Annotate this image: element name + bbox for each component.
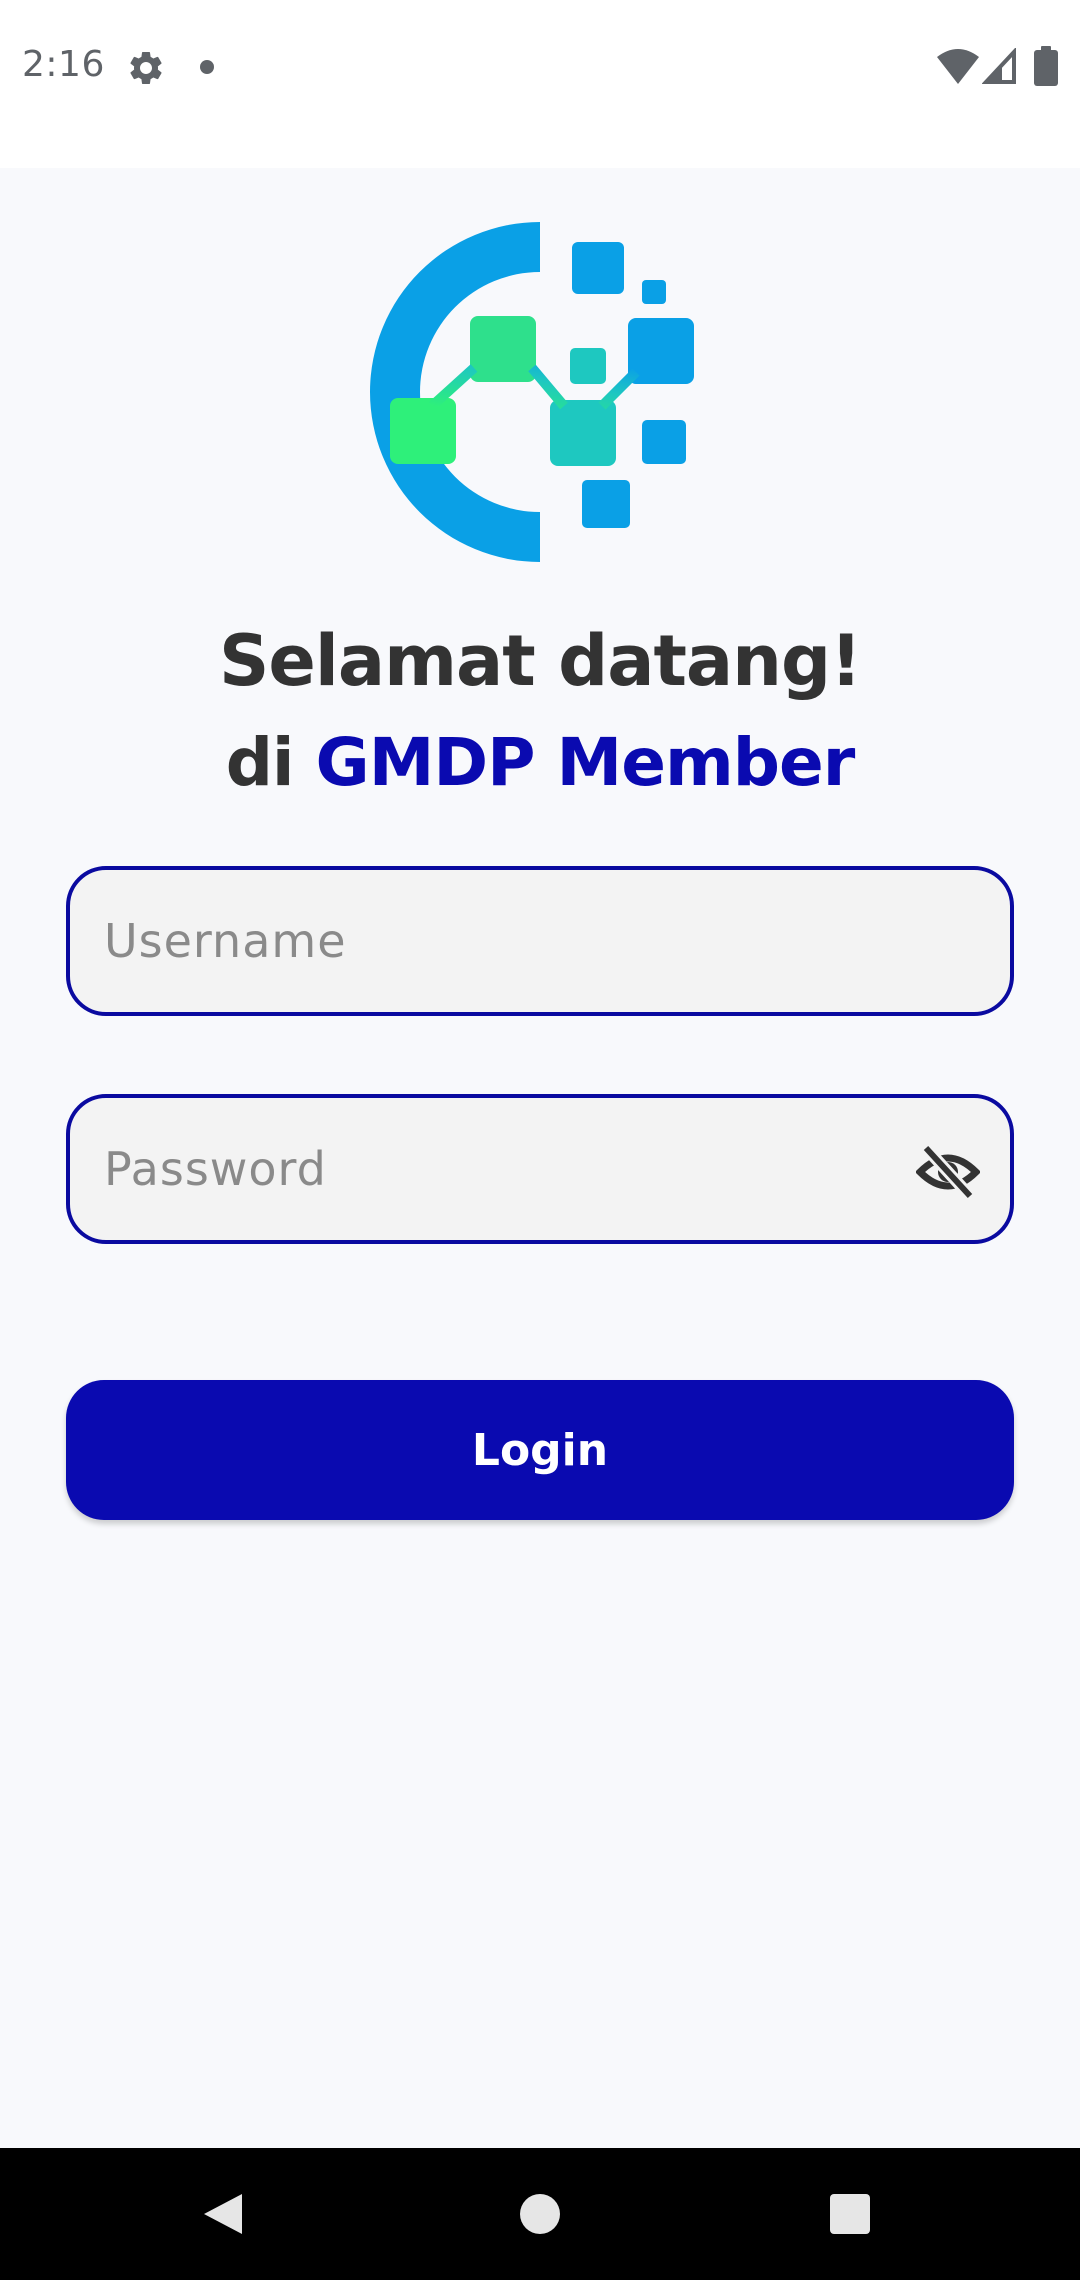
navigation-bar <box>0 2148 1080 2280</box>
username-field[interactable] <box>66 866 1014 1016</box>
recents-icon[interactable] <box>830 2194 870 2234</box>
password-field[interactable] <box>66 1094 1014 1244</box>
password-input[interactable] <box>96 1098 944 1240</box>
eye-off-icon[interactable] <box>916 1144 980 1200</box>
gmdp-logo-icon <box>370 222 694 562</box>
username-input[interactable] <box>96 870 944 1012</box>
login-button[interactable]: Login <box>66 1380 1014 1520</box>
wifi-icon <box>937 49 979 84</box>
brand-prefix: di <box>225 724 316 801</box>
status-time: 2:16 <box>22 44 105 85</box>
welcome-heading: Selamat datang! <box>218 620 862 702</box>
cell-signal-icon <box>982 48 1016 84</box>
brand-subheading: di GMDP Member <box>0 724 1080 801</box>
battery-icon <box>1034 46 1058 86</box>
home-icon[interactable] <box>520 2194 560 2234</box>
back-icon[interactable] <box>202 2190 248 2238</box>
login-screen: Selamat datang! di GMDP Member Login <box>0 168 1080 2148</box>
status-bar: 2:16 <box>0 0 1080 168</box>
settings-gear-icon <box>130 51 162 84</box>
brand-name: GMDP Member <box>315 724 856 801</box>
notification-dot-icon <box>200 60 214 74</box>
